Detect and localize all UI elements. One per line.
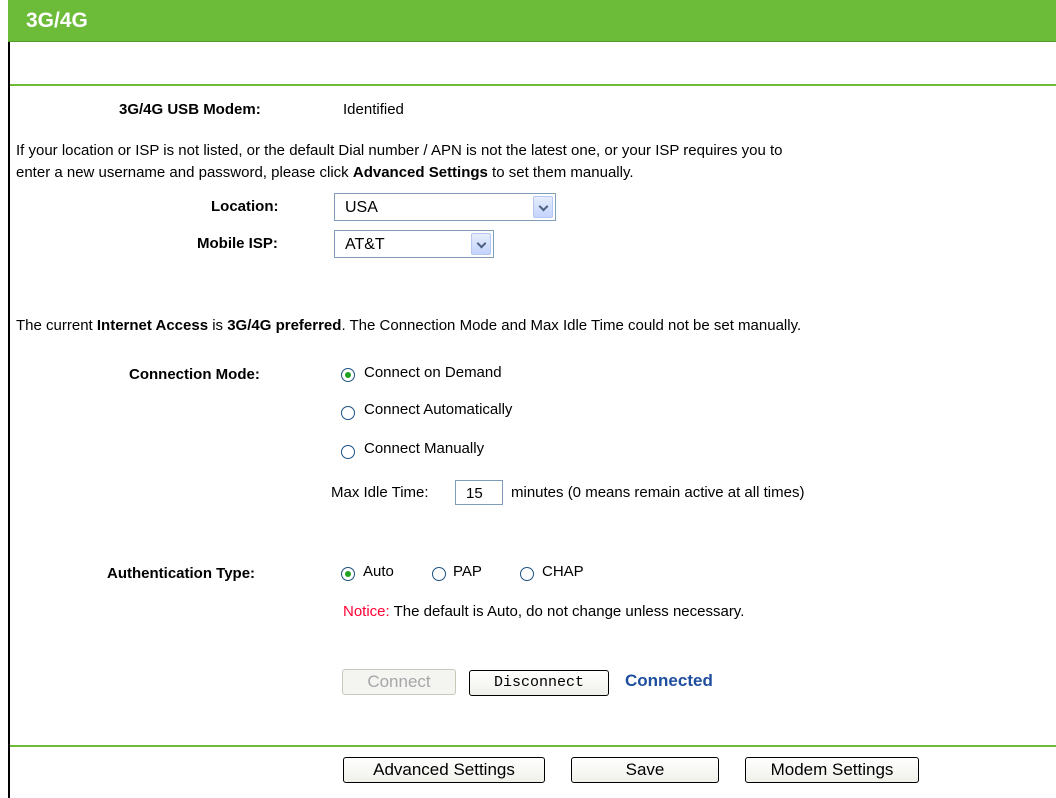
internet-access-mode-bold: 3G/4G preferred — [227, 317, 342, 334]
info-advanced-settings-bold: Advanced Settings — [352, 164, 488, 181]
top-divider — [10, 84, 1056, 86]
save-button[interactable]: Save — [571, 757, 719, 783]
chevron-down-icon[interactable] — [471, 233, 491, 255]
mobile-isp-select[interactable]: AT&T — [334, 230, 494, 258]
connect-button[interactable]: Connect — [342, 669, 456, 695]
advanced-settings-button[interactable]: Advanced Settings — [343, 757, 545, 783]
option-connect-automatically[interactable]: Connect Automatically — [364, 401, 512, 418]
radio-connect-manually[interactable] — [341, 445, 355, 459]
left-border — [8, 0, 10, 798]
option-auth-auto[interactable]: Auto — [363, 563, 394, 580]
option-auth-pap[interactable]: PAP — [453, 563, 482, 580]
page-title: 3G/4G — [26, 9, 88, 32]
internet-access-note: The current Internet Access is 3G/4G pre… — [16, 317, 801, 334]
modem-settings-button[interactable]: Modem Settings — [745, 757, 919, 783]
location-label: Location: — [211, 198, 279, 215]
mobile-isp-label: Mobile ISP: — [197, 235, 278, 252]
notice-prefix: Notice: — [343, 603, 390, 620]
internet-access-note-start: The current — [16, 317, 97, 334]
location-value: USA — [345, 199, 378, 216]
radio-connect-on-demand[interactable] — [341, 368, 355, 382]
info-line-1: If your location or ISP is not listed, o… — [16, 142, 783, 159]
option-connect-manually[interactable]: Connect Manually — [364, 440, 484, 457]
connection-status: Connected — [625, 671, 713, 690]
auth-type-label: Authentication Type: — [107, 565, 256, 582]
connection-mode-label: Connection Mode: — [129, 366, 260, 383]
page-header: 3G/4G — [8, 0, 1056, 42]
radio-auth-pap[interactable] — [432, 567, 446, 581]
info-line-2-start: enter a new username and password, pleas… — [16, 164, 353, 181]
info-line-2: enter a new username and password, pleas… — [16, 164, 634, 181]
max-idle-label: Max Idle Time: — [331, 484, 429, 501]
disconnect-button[interactable]: Disconnect — [469, 670, 609, 696]
max-idle-input[interactable]: 15 — [455, 480, 503, 505]
bottom-divider — [10, 745, 1056, 747]
option-auth-chap[interactable]: CHAP — [542, 563, 584, 580]
chevron-down-icon[interactable] — [533, 196, 553, 218]
internet-access-note-end: . The Connection Mode and Max Idle Time … — [341, 317, 802, 334]
modem-label: 3G/4G USB Modem: — [119, 101, 261, 118]
radio-connect-automatically[interactable] — [341, 406, 355, 420]
option-connect-on-demand[interactable]: Connect on Demand — [364, 364, 502, 381]
info-line-2-end: to set them manually. — [487, 164, 634, 181]
internet-access-note-is: is — [208, 317, 228, 334]
radio-auth-auto[interactable] — [341, 567, 355, 581]
max-idle-value: 15 — [466, 485, 483, 502]
location-select[interactable]: USA — [334, 193, 556, 221]
mobile-isp-value: AT&T — [345, 236, 385, 253]
modem-status: Identified — [343, 101, 404, 118]
max-idle-suffix: minutes (0 means remain active at all ti… — [511, 484, 805, 501]
internet-access-bold: Internet Access — [96, 317, 209, 334]
auth-notice: Notice: The default is Auto, do not chan… — [343, 603, 744, 620]
page: 3G/4G 3G/4G USB Modem: Identified If you… — [0, 0, 1056, 798]
radio-auth-chap[interactable] — [520, 567, 534, 581]
notice-text: The default is Auto, do not change unles… — [389, 603, 745, 620]
